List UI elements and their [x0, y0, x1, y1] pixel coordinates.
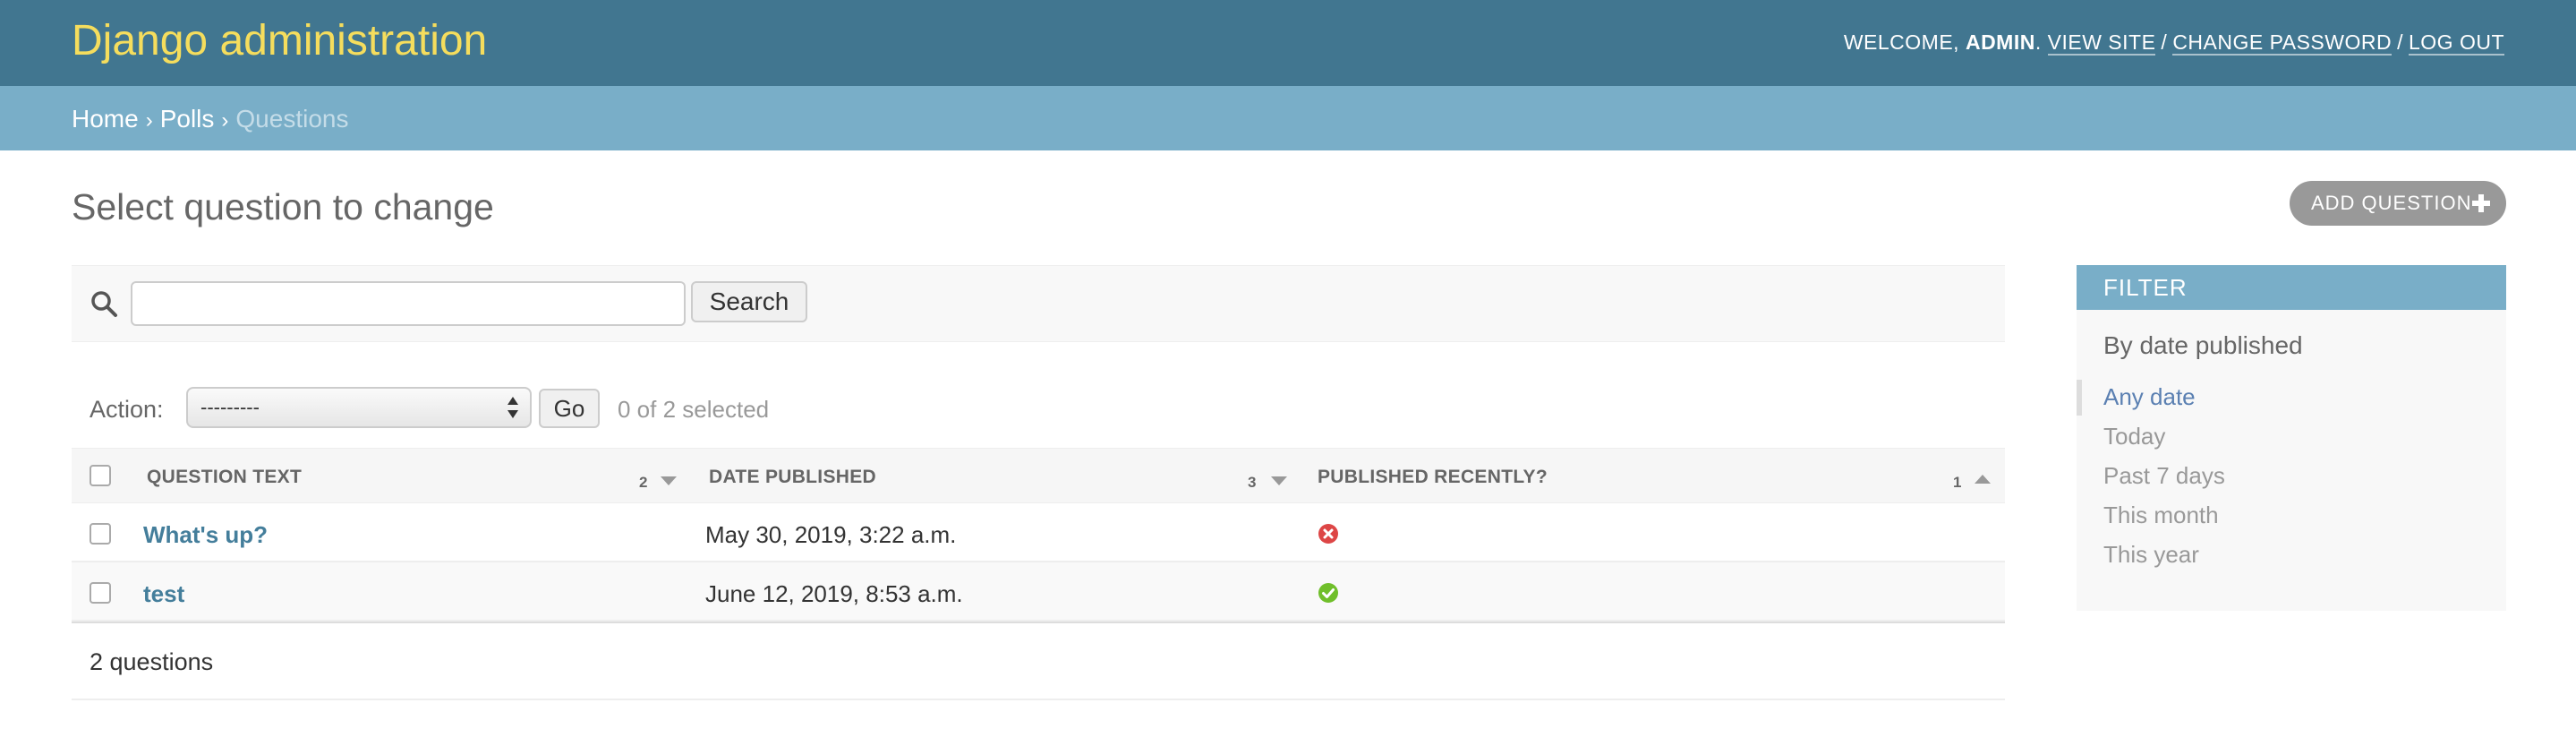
column-date-published[interactable]: DATE PUBLISHED: [709, 467, 876, 488]
row-checkbox[interactable]: [90, 523, 111, 545]
action-select[interactable]: ---------: [186, 387, 532, 428]
date-published: May 30, 2019, 3:22 a.m.: [705, 521, 957, 548]
page-title: Select question to change: [72, 186, 494, 227]
view-site-link[interactable]: VIEW SITE: [2047, 30, 2156, 56]
action-label: Action:: [90, 396, 164, 423]
sort-priority: 1: [1953, 474, 1962, 491]
selected-indicator: [2077, 380, 2082, 416]
breadcrumb: Home › Polls › Questions: [0, 86, 2576, 150]
sort-priority: 2: [639, 474, 648, 491]
filter-this-year[interactable]: This year: [2103, 541, 2199, 569]
filter-panel: FILTER By date published Any date Today …: [2077, 265, 2506, 611]
search-button[interactable]: Search: [691, 281, 807, 322]
add-question-button[interactable]: ADD QUESTION: [2290, 181, 2506, 226]
user-tools: WELCOME, ADMIN. VIEW SITE / CHANGE PASSWOR…: [1843, 30, 2504, 56]
search-icon: [91, 291, 117, 317]
log-out-link[interactable]: LOG OUT: [2408, 30, 2504, 56]
sort-asc-icon[interactable]: [1975, 475, 1991, 484]
filter-subtitle: By date published: [2103, 331, 2303, 359]
filter-today[interactable]: Today: [2103, 423, 2165, 450]
sort-priority: 3: [1248, 474, 1257, 491]
go-button[interactable]: Go: [539, 389, 600, 428]
select-arrows-icon: [508, 397, 518, 418]
question-link[interactable]: test: [143, 580, 184, 608]
selected-count: 0 of 2 selected: [618, 396, 770, 423]
breadcrumb-current: Questions: [235, 105, 349, 133]
filter-title: FILTER: [2077, 265, 2506, 310]
header: Django administration WELCOME, ADMIN. VI…: [0, 0, 2576, 86]
site-name[interactable]: Django administration: [72, 14, 487, 68]
table-row: test June 12, 2019, 8:53 a.m.: [72, 562, 2005, 622]
select-all-checkbox[interactable]: [90, 465, 111, 486]
date-published: June 12, 2019, 8:53 a.m.: [705, 580, 963, 607]
table-row: What's up? May 30, 2019, 3:22 a.m.: [72, 503, 2005, 562]
plus-icon: [2470, 193, 2492, 214]
action-select-value: ---------: [200, 396, 260, 418]
column-question-text[interactable]: QUESTION TEXT: [147, 467, 302, 488]
table-header: QUESTION TEXT 2 DATE PUBLISHED 3 PUBLISH…: [72, 448, 2005, 503]
search-toolbar: Search: [72, 265, 2005, 342]
filter-past-7-days[interactable]: Past 7 days: [2103, 462, 2225, 490]
breadcrumb-home[interactable]: Home: [72, 105, 139, 133]
actions-bar: Action: --------- Go 0 of 2 selected: [72, 385, 2005, 430]
result-count: 2 questions: [90, 648, 214, 675]
welcome-text: WELCOME,: [1843, 30, 1960, 54]
filter-any-date[interactable]: Any date: [2103, 383, 2196, 411]
breadcrumb-polls[interactable]: Polls: [160, 105, 215, 133]
sort-desc-icon[interactable]: [1271, 476, 1287, 485]
search-input[interactable]: [131, 281, 686, 326]
filter-this-month[interactable]: This month: [2103, 502, 2219, 529]
column-published-recently[interactable]: PUBLISHED RECENTLY?: [1318, 467, 1548, 488]
no-icon: [1318, 524, 1338, 544]
row-checkbox[interactable]: [90, 582, 111, 604]
paginator: 2 questions: [72, 622, 2005, 700]
change-password-link[interactable]: CHANGE PASSWORD: [2172, 30, 2393, 56]
yes-icon: [1318, 583, 1338, 603]
add-question-label: ADD QUESTION: [2311, 192, 2472, 214]
username: ADMIN: [1965, 30, 2035, 54]
question-link[interactable]: What's up?: [143, 521, 268, 549]
sort-desc-icon[interactable]: [661, 476, 677, 485]
